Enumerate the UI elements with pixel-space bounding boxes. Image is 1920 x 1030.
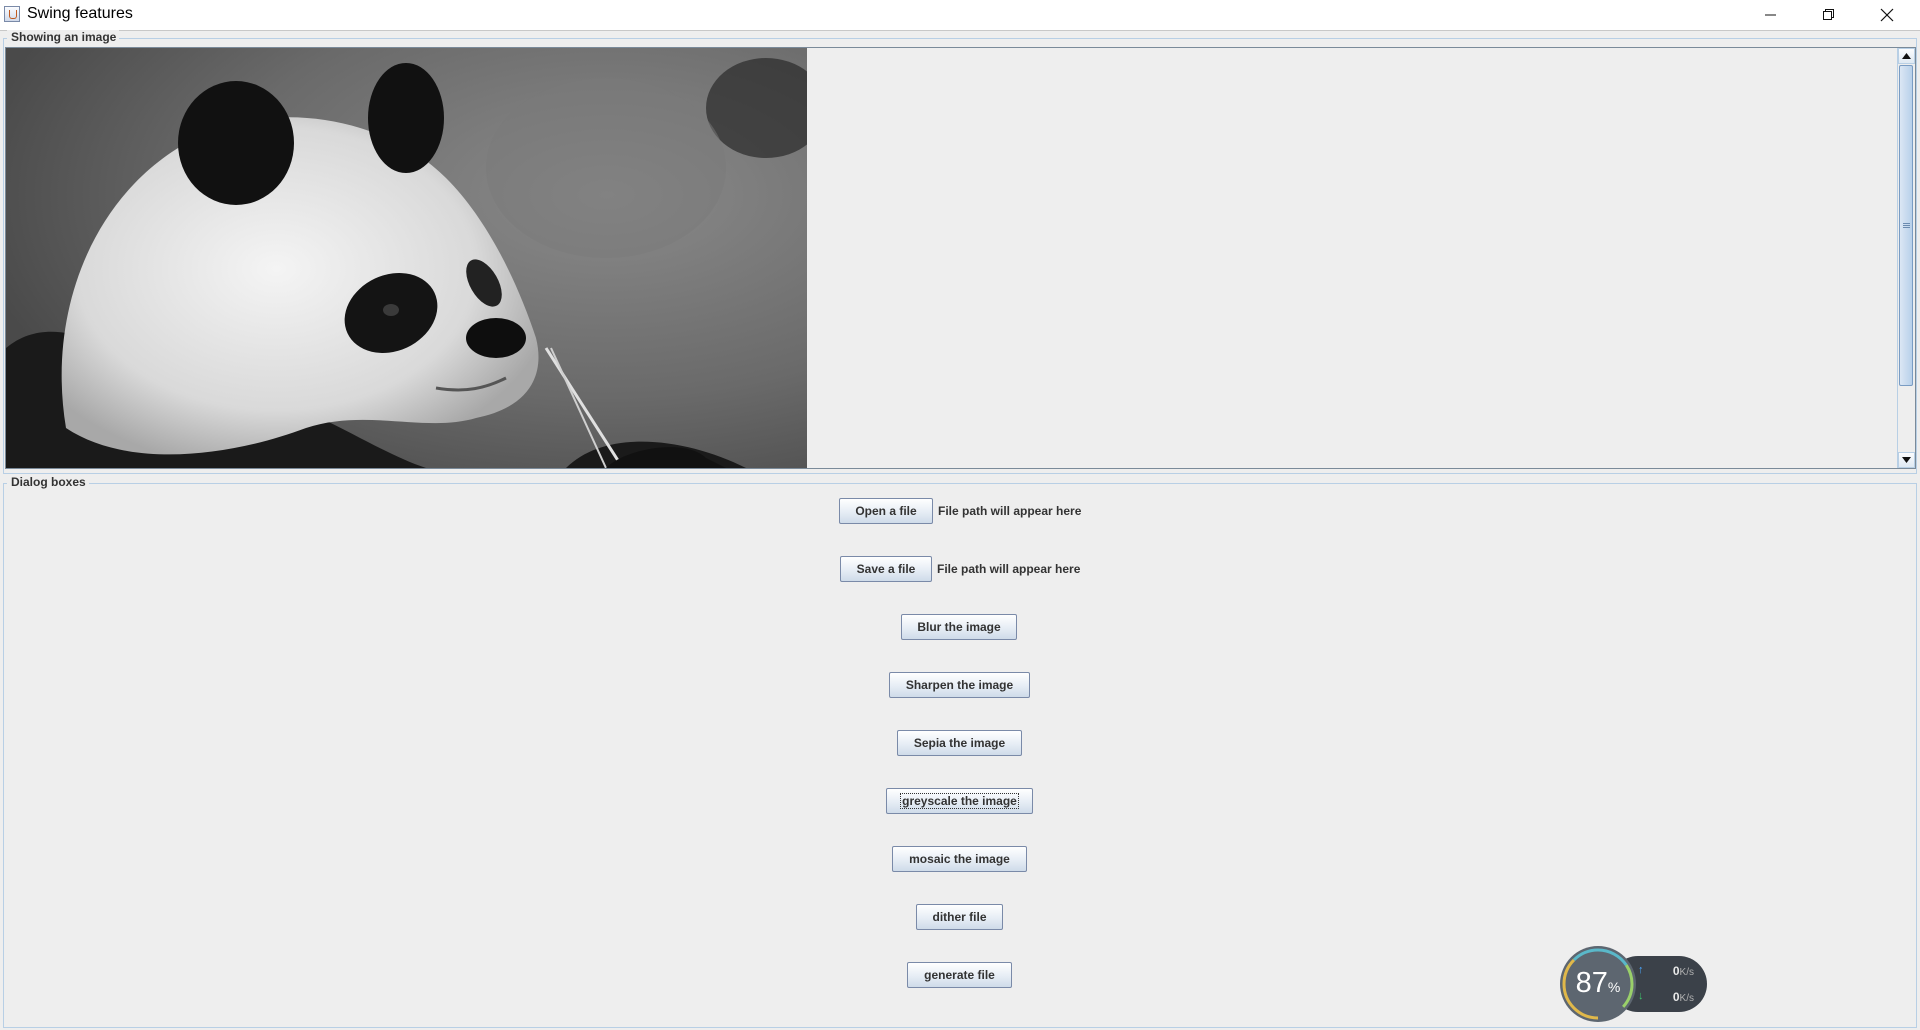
mosaic-image-button[interactable]: mosaic the image — [892, 846, 1027, 872]
upload-speed-unit: K/s — [1679, 967, 1694, 978]
sharpen-image-button[interactable]: Sharpen the image — [889, 672, 1030, 698]
download-speed-row: ↓ 0K/s — [1638, 990, 1704, 1006]
close-button[interactable] — [1858, 0, 1916, 30]
close-icon — [1880, 8, 1894, 22]
grip-line — [1903, 227, 1910, 228]
grip-line — [1903, 223, 1910, 224]
usage-percent-sign: % — [1607, 979, 1621, 995]
minimize-button[interactable] — [1742, 0, 1800, 30]
app-window: Swing features Showing an image Dialog b… — [0, 0, 1920, 1030]
scroll-thumb[interactable] — [1899, 65, 1913, 386]
download-arrow-icon: ↓ — [1638, 990, 1644, 1002]
network-speed-widget[interactable]: 87% ↑ 0K/s ↓ 0K/s — [1560, 946, 1708, 1022]
java-cup-icon — [4, 6, 20, 22]
triangle-down-icon — [1902, 457, 1911, 463]
generate-file-button[interactable]: generate file — [907, 962, 1012, 988]
open-file-path-label: File path will appear here — [938, 504, 1082, 518]
restore-button[interactable] — [1800, 0, 1858, 30]
download-speed-unit: K/s — [1679, 993, 1694, 1004]
upload-speed: 0K/s — [1673, 964, 1694, 978]
sepia-image-button[interactable]: Sepia the image — [897, 730, 1022, 756]
vertical-scrollbar[interactable] — [1897, 48, 1915, 468]
scroll-up-button[interactable] — [1898, 48, 1915, 64]
download-speed-value: 0 — [1672, 990, 1680, 1004]
open-file-button[interactable]: Open a file — [839, 498, 933, 524]
blur-image-button[interactable]: Blur the image — [901, 614, 1017, 640]
save-file-path-label: File path will appear here — [937, 562, 1081, 576]
grip-line — [1903, 225, 1910, 226]
save-file-button[interactable]: Save a file — [840, 556, 932, 582]
dialog-panel-title: Dialog boxes — [7, 475, 89, 490]
usage-percent: 87% — [1570, 966, 1626, 1004]
upload-speed-value: 0 — [1672, 964, 1680, 978]
dither-file-button[interactable]: dither file — [916, 904, 1003, 930]
upload-speed-row: ↑ 0K/s — [1638, 964, 1704, 980]
download-speed: 0K/s — [1673, 990, 1694, 1004]
restore-icon — [1823, 9, 1834, 20]
panda-photo — [6, 48, 807, 468]
title-bar: Swing features — [0, 0, 1920, 31]
scroll-down-button[interactable] — [1898, 452, 1915, 468]
minimize-icon — [1765, 14, 1776, 16]
image-scroll-pane[interactable] — [5, 47, 1916, 469]
image-panel-title: Showing an image — [7, 30, 120, 45]
triangle-up-icon — [1902, 53, 1911, 59]
greyscale-image-button[interactable]: greyscale the image — [886, 788, 1033, 814]
upload-arrow-icon: ↑ — [1638, 964, 1644, 976]
window-title: Swing features — [27, 5, 133, 22]
usage-percent-value: 87 — [1575, 967, 1608, 999]
